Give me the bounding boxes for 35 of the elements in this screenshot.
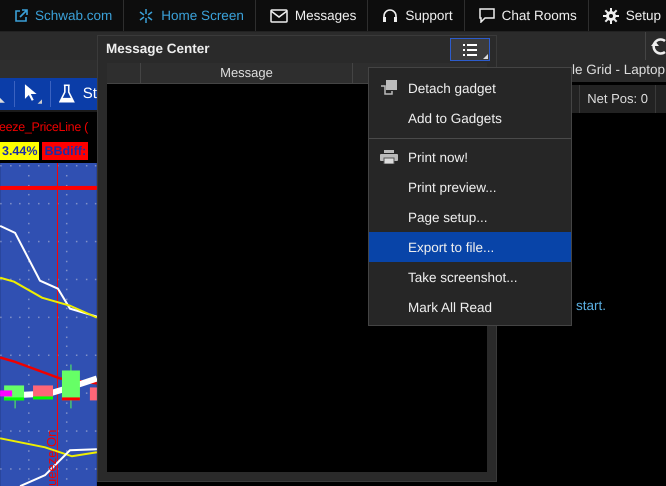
gear-icon[interactable] xyxy=(602,8,619,24)
nav-link[interactable]: Setup xyxy=(626,8,661,23)
detach-icon xyxy=(380,80,397,96)
nav-link[interactable]: Schwab.com xyxy=(35,8,112,23)
speech-bubble-icon[interactable] xyxy=(478,8,495,23)
envelope-icon[interactable] xyxy=(270,8,288,22)
refresh-icon[interactable] xyxy=(651,37,666,55)
external-link-icon[interactable] xyxy=(14,8,28,22)
menu-item[interactable]: Mark All Read xyxy=(369,292,571,322)
candle xyxy=(33,385,53,400)
menu-item[interactable]: Page setup... xyxy=(369,202,571,232)
list-icon xyxy=(463,44,477,56)
headset-icon[interactable] xyxy=(382,8,398,24)
menu-button[interactable] xyxy=(450,38,490,61)
menu-item[interactable]: Export to file... xyxy=(369,232,571,262)
net-position: Net Pos: 0 xyxy=(579,85,656,113)
printer-icon xyxy=(380,150,398,164)
indicator-label: 3.44% xyxy=(0,142,40,160)
panel-title: Message Center xyxy=(106,41,210,56)
nav-link[interactable]: Messages xyxy=(294,8,356,23)
hint-text: start. xyxy=(576,298,606,313)
nav-link[interactable]: Support xyxy=(405,8,453,23)
menu-item[interactable]: Print now! xyxy=(369,142,571,172)
nav-link[interactable]: Home Screen xyxy=(161,8,244,23)
menu-item[interactable]: Print preview... xyxy=(369,172,571,202)
menu-item[interactable]: Add to Gadgets xyxy=(369,103,571,133)
sparkle-icon[interactable] xyxy=(138,8,154,24)
candle xyxy=(62,364,80,409)
toolbar-label[interactable]: St xyxy=(82,85,97,102)
nav-link[interactable]: Chat Rooms xyxy=(502,8,577,23)
corner-triangle-icon xyxy=(483,54,488,59)
flask-icon[interactable] xyxy=(59,84,75,104)
study-marker-label: ueeze On xyxy=(44,430,59,486)
indicator-label: BBdiff: xyxy=(42,142,88,160)
menu-item[interactable]: Take screenshot... xyxy=(369,262,571,292)
